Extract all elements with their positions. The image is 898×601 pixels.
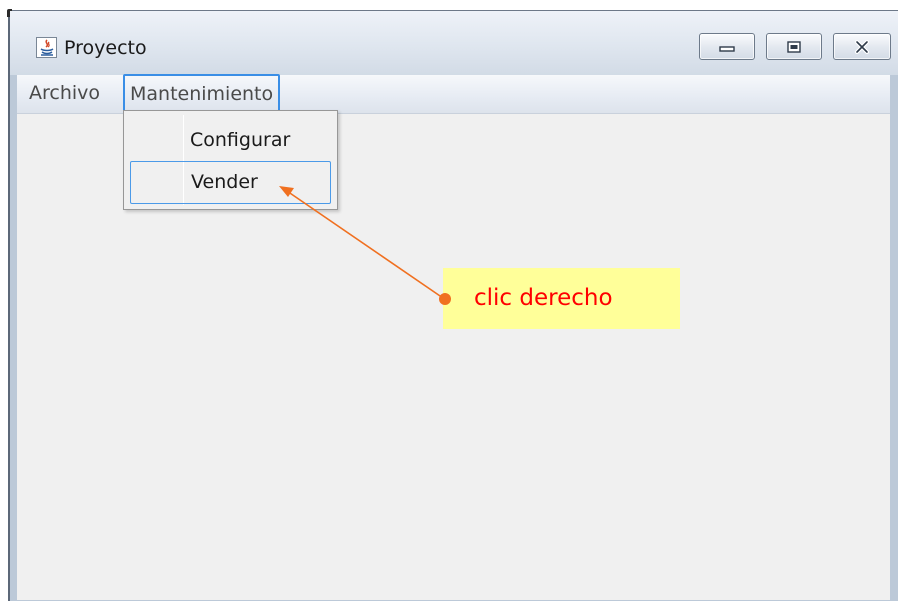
menu-mantenimiento[interactable]: Mantenimiento xyxy=(123,74,281,112)
menu-item-vender[interactable]: Vender xyxy=(130,161,331,204)
minimize-button[interactable] xyxy=(699,33,755,60)
close-icon xyxy=(855,39,869,54)
minimize-icon xyxy=(719,45,735,52)
mantenimiento-popup-menu: Configurar Vender xyxy=(123,110,338,210)
window-title: Proyecto xyxy=(64,37,147,59)
annotation-callout: clic derecho xyxy=(443,268,680,329)
title-bar[interactable]: Proyecto xyxy=(10,11,898,75)
maximize-button[interactable] xyxy=(766,33,822,60)
menu-bar: Archivo Mantenimiento xyxy=(17,74,890,114)
menu-item-configurar[interactable]: Configurar xyxy=(130,119,331,161)
close-button[interactable] xyxy=(833,33,891,60)
java-app-icon xyxy=(36,37,57,58)
menu-archivo[interactable]: Archivo xyxy=(25,75,104,112)
maximize-icon xyxy=(787,40,801,53)
